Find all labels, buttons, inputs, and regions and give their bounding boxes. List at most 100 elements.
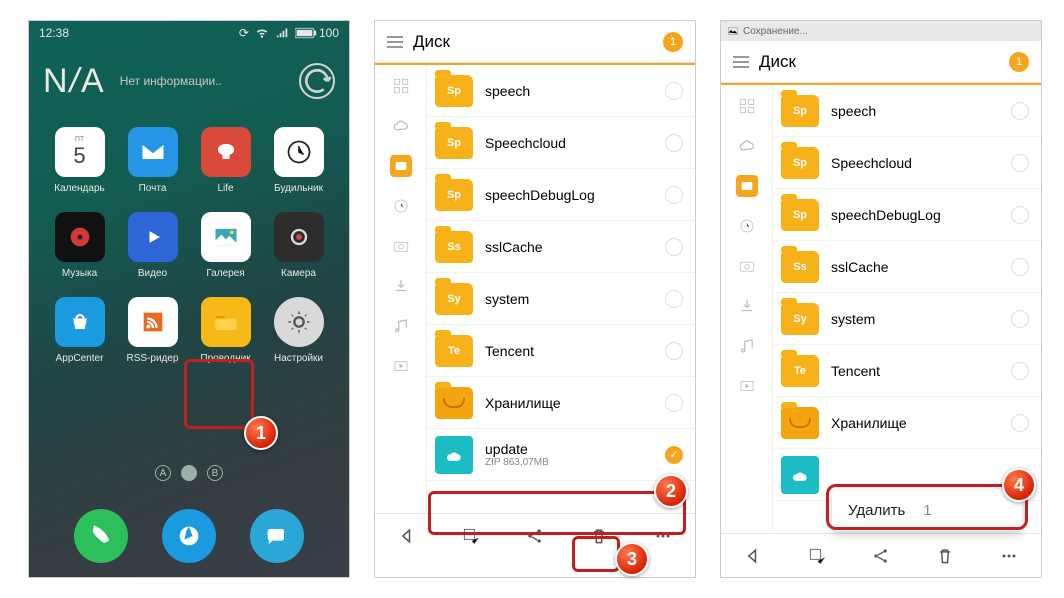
delete-button[interactable] [930, 541, 960, 571]
refresh-button[interactable] [299, 63, 335, 99]
delete-button[interactable] [584, 521, 614, 551]
row-checkbox[interactable] [665, 446, 683, 464]
fm-sidebar [721, 85, 773, 533]
delete-popup[interactable]: Удалить 1 [832, 490, 1022, 531]
side-storage-icon[interactable] [736, 175, 758, 197]
folder-row[interactable]: Sysystem [427, 273, 695, 325]
app-settings[interactable]: Настройки [262, 297, 335, 364]
zip-file-icon [435, 436, 473, 474]
folder-icon: Sy [435, 283, 473, 315]
row-checkbox[interactable] [665, 342, 683, 360]
app-filemanager[interactable]: Проводник [189, 297, 262, 364]
select-button[interactable] [802, 541, 832, 571]
menu-icon[interactable] [733, 56, 749, 68]
wifi-icon [255, 25, 269, 42]
app-rss[interactable]: RSS-ридер [116, 297, 189, 364]
fm-sidebar [375, 65, 427, 513]
row-checkbox[interactable] [1011, 154, 1029, 172]
share-button[interactable] [520, 521, 550, 551]
row-checkbox[interactable] [1011, 102, 1029, 120]
na-indicator: N/A [43, 62, 106, 101]
more-button[interactable] [648, 521, 678, 551]
zip-file-icon [781, 456, 819, 494]
folder-row[interactable]: Sysystem [773, 293, 1041, 345]
side-video-icon[interactable] [390, 355, 412, 377]
side-download-icon[interactable] [390, 275, 412, 297]
folder-icon [435, 387, 473, 419]
battery-icon: 100 [295, 26, 339, 40]
row-checkbox[interactable] [1011, 206, 1029, 224]
select-button[interactable] [456, 521, 486, 551]
file-row-update[interactable]: updateZIP 863,07MB [427, 429, 695, 481]
row-checkbox[interactable] [665, 134, 683, 152]
side-download-icon[interactable] [736, 295, 758, 317]
back-button[interactable] [738, 541, 768, 571]
side-music-icon[interactable] [736, 335, 758, 357]
status-time: 12:38 [39, 26, 69, 40]
row-checkbox[interactable] [665, 290, 683, 308]
sync-icon: ⟳ [239, 26, 249, 40]
folder-row[interactable]: TeTencent [427, 325, 695, 377]
side-camera-icon[interactable] [736, 255, 758, 277]
row-checkbox[interactable] [665, 186, 683, 204]
side-recent-icon[interactable] [390, 195, 412, 217]
menu-icon[interactable] [387, 36, 403, 48]
selection-count-badge: 1 [1009, 52, 1029, 72]
app-gallery[interactable]: Галерея [189, 212, 262, 279]
side-video-icon[interactable] [736, 375, 758, 397]
folder-icon: Sp [781, 199, 819, 231]
side-recent-icon[interactable] [736, 215, 758, 237]
back-button[interactable] [392, 521, 422, 551]
folder-icon: Te [781, 355, 819, 387]
folder-row[interactable]: SssslCache [773, 241, 1041, 293]
fm-bottom-toolbar [721, 533, 1041, 577]
more-button[interactable] [994, 541, 1024, 571]
folder-row[interactable]: Spspeech [773, 85, 1041, 137]
side-category-icon[interactable] [390, 75, 412, 97]
dock-messages[interactable] [250, 509, 304, 563]
app-life[interactable]: Life [189, 127, 262, 194]
row-checkbox[interactable] [1011, 362, 1029, 380]
app-calendar[interactable]: ПТ 5 Календарь [43, 127, 116, 194]
dock-browser[interactable] [162, 509, 216, 563]
status-bar: 12:38 ⟳ 100 [29, 21, 349, 45]
folder-row[interactable]: Хранилище [427, 377, 695, 429]
na-text: Нет информации.. [120, 74, 285, 88]
side-cloud-icon[interactable] [390, 115, 412, 137]
folder-row[interactable]: SssslCache [427, 221, 695, 273]
folder-icon: Ss [435, 231, 473, 263]
side-cloud-icon[interactable] [736, 135, 758, 157]
share-button[interactable] [866, 541, 896, 571]
side-storage-icon[interactable] [390, 155, 412, 177]
row-checkbox[interactable] [665, 238, 683, 256]
folder-row[interactable]: Spspeech [427, 65, 695, 117]
row-checkbox[interactable] [665, 82, 683, 100]
app-music[interactable]: Музыка [43, 212, 116, 279]
callout-3: 3 [615, 542, 649, 576]
app-alarm[interactable]: Будильник [262, 127, 335, 194]
folder-row[interactable]: SpspeechDebugLog [773, 189, 1041, 241]
fm-title: Диск [759, 52, 999, 72]
folder-row[interactable]: SpSpeechcloud [427, 117, 695, 169]
side-camera-icon[interactable] [390, 235, 412, 257]
row-checkbox[interactable] [1011, 310, 1029, 328]
dock-phone[interactable] [74, 509, 128, 563]
side-category-icon[interactable] [736, 95, 758, 117]
folder-row[interactable]: SpspeechDebugLog [427, 169, 695, 221]
folder-row[interactable]: SpSpeechcloud [773, 137, 1041, 189]
signal-icon [275, 25, 289, 42]
side-music-icon[interactable] [390, 315, 412, 337]
folder-icon: Sp [781, 147, 819, 179]
fm-title: Диск [413, 32, 653, 52]
row-checkbox[interactable] [665, 394, 683, 412]
app-video[interactable]: Видео [116, 212, 189, 279]
row-checkbox[interactable] [1011, 258, 1029, 276]
folder-row[interactable]: Хранилище [773, 397, 1041, 449]
app-appcenter[interactable]: AppCenter [43, 297, 116, 364]
app-camera[interactable]: Камера [262, 212, 335, 279]
page-indicator[interactable]: A B [29, 465, 349, 481]
app-mail[interactable]: Почта [116, 127, 189, 194]
folder-row[interactable]: TeTencent [773, 345, 1041, 397]
folder-icon: Sy [781, 303, 819, 335]
row-checkbox[interactable] [1011, 414, 1029, 432]
